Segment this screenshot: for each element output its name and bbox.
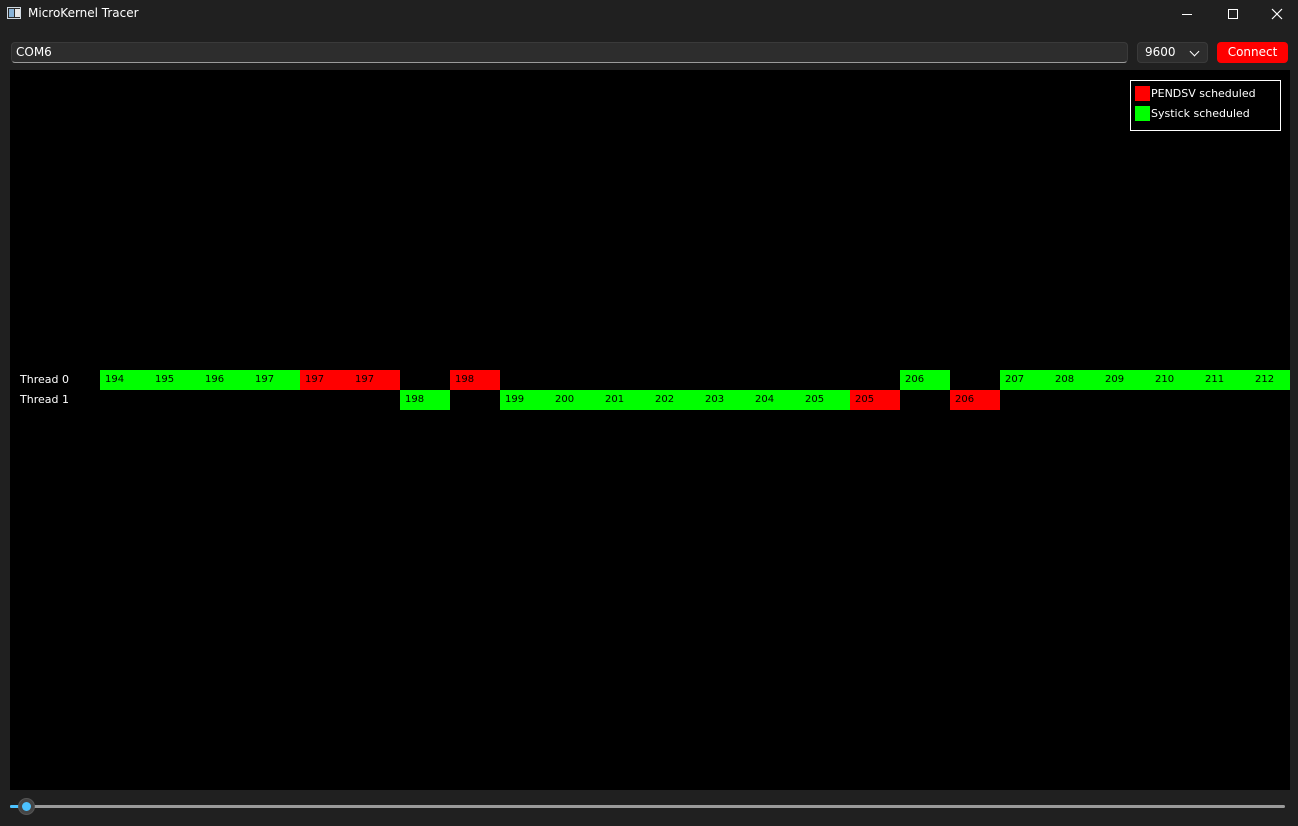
trace-block-systick: 199 — [500, 390, 550, 410]
legend-label-systick: Systick scheduled — [1151, 106, 1250, 120]
close-icon — [1271, 8, 1283, 20]
trace-block-pendsv: 198 — [450, 370, 500, 390]
chevron-down-icon — [1189, 46, 1200, 57]
baud-rate-value: 9600 — [1145, 45, 1176, 59]
trace-block-systick: 207 — [1000, 370, 1050, 390]
serial-port-input[interactable]: COM6 — [11, 42, 1128, 63]
trace-block-systick: 206 — [900, 370, 950, 390]
legend-item-systick: Systick scheduled — [1135, 105, 1250, 121]
legend-label-pendsv: PENDSV scheduled — [1151, 86, 1256, 100]
trace-block-systick: 198 — [400, 390, 450, 410]
maximize-button[interactable] — [1210, 0, 1256, 28]
trace-block-systick: 203 — [700, 390, 750, 410]
legend-swatch-systick — [1135, 105, 1150, 121]
trace-block-systick: 200 — [550, 390, 600, 410]
trace-block-systick: 212 — [1250, 370, 1290, 390]
trace-block-systick: 195 — [150, 370, 200, 390]
trace-block-pendsv: 206 — [950, 390, 1000, 410]
trace-block-systick: 211 — [1200, 370, 1250, 390]
trace-canvas[interactable]: Thread 0 Thread 1 PENDSV scheduled Systi… — [10, 70, 1290, 790]
trace-block-systick: 197 — [250, 370, 300, 390]
app-icon — [7, 7, 21, 19]
thread-label-1: Thread 1 — [20, 393, 69, 406]
timeline-slider-thumb[interactable] — [18, 798, 35, 815]
trace-block-pendsv: 205 — [850, 390, 900, 410]
close-button[interactable] — [1254, 0, 1298, 28]
minimize-icon — [1182, 13, 1192, 15]
legend: PENDSV scheduled Systick scheduled — [1130, 80, 1281, 131]
legend-item-pendsv: PENDSV scheduled — [1135, 85, 1256, 101]
baud-rate-select[interactable]: 9600 — [1137, 42, 1208, 63]
trace-block-systick: 205 — [800, 390, 850, 410]
trace-block-pendsv: 197 — [300, 370, 350, 390]
window-title: MicroKernel Tracer — [28, 6, 139, 20]
trace-block-systick: 209 — [1100, 370, 1150, 390]
thread-label-0: Thread 0 — [20, 373, 69, 386]
trace-block-pendsv: 197 — [350, 370, 400, 390]
trace-block-systick: 210 — [1150, 370, 1200, 390]
title-bar: MicroKernel Tracer — [0, 0, 1298, 28]
legend-swatch-pendsv — [1135, 85, 1150, 101]
trace-block-systick: 208 — [1050, 370, 1100, 390]
trace-block-systick: 202 — [650, 390, 700, 410]
trace-block-systick: 204 — [750, 390, 800, 410]
trace-block-systick: 194 — [100, 370, 150, 390]
trace-block-systick: 196 — [200, 370, 250, 390]
minimize-button[interactable] — [1164, 0, 1210, 28]
maximize-icon — [1228, 9, 1238, 19]
trace-block-systick: 201 — [600, 390, 650, 410]
timeline-slider-track[interactable] — [10, 805, 1285, 808]
connect-button[interactable]: Connect — [1217, 42, 1288, 63]
